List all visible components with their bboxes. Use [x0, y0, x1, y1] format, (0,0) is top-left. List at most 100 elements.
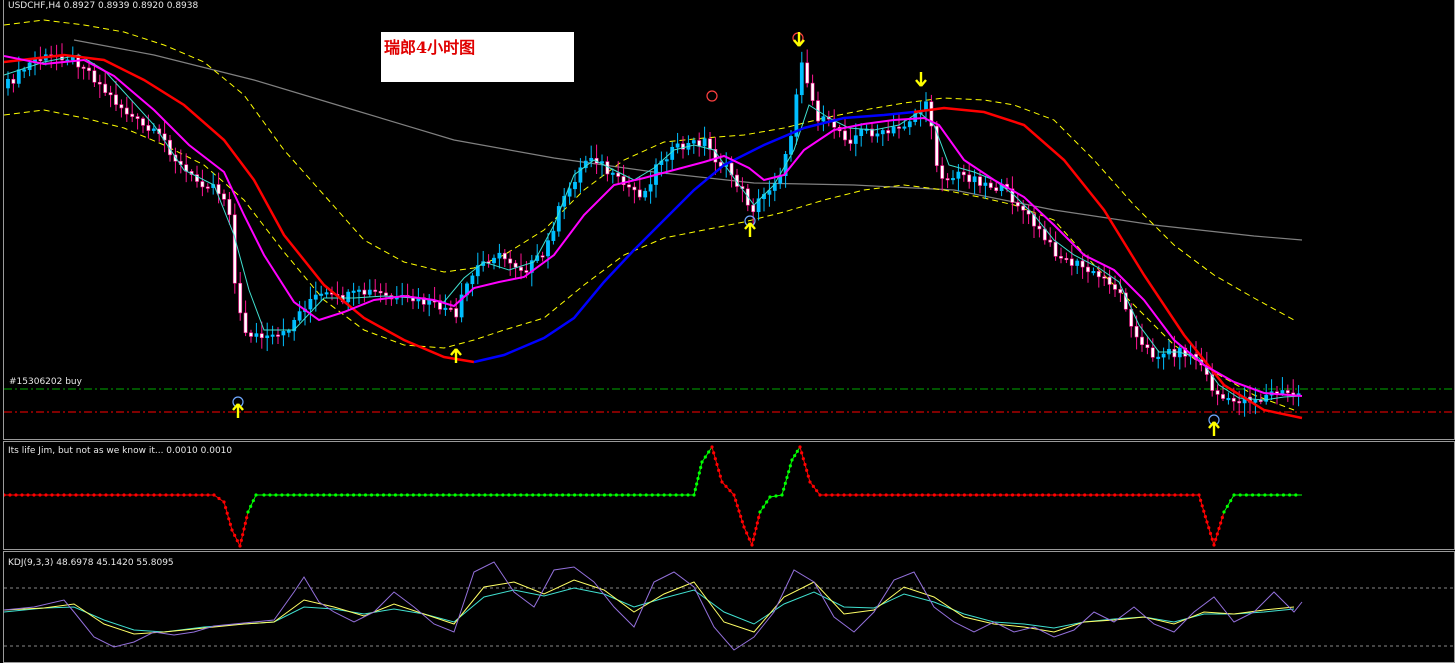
jim-dot — [866, 493, 870, 497]
jim-dot — [572, 493, 577, 497]
jim-dot — [662, 493, 666, 497]
jim-dot — [1065, 493, 1069, 497]
jim-dot — [754, 526, 758, 531]
jim-indicator-pane[interactable]: Its life Jim, but not as we know it... 0… — [3, 441, 1455, 550]
jim-dot — [757, 515, 761, 520]
jim-dot — [692, 493, 696, 497]
candle-body — [1226, 397, 1231, 401]
jim-dot — [459, 493, 463, 497]
jim-dot — [242, 527, 246, 531]
jim-dot — [703, 455, 707, 459]
jim-dot — [1059, 493, 1063, 497]
candle-body — [1285, 390, 1290, 394]
candle-body — [1064, 257, 1069, 261]
jim-dot — [1089, 493, 1093, 497]
candle-body — [691, 140, 696, 144]
jim-dot — [1016, 493, 1021, 497]
candle-body — [249, 332, 253, 337]
jim-dot — [328, 493, 332, 497]
jim-dot — [501, 493, 505, 497]
candle-body — [141, 118, 145, 126]
jim-dot — [608, 493, 612, 497]
candle-body — [1140, 336, 1144, 346]
candle-body — [1107, 276, 1112, 285]
jim-dot — [718, 474, 722, 478]
candle-body — [265, 335, 270, 339]
text-label-box[interactable]: 瑞郎4小时图 — [381, 32, 574, 82]
candle-body — [135, 116, 140, 119]
jim-dot — [340, 493, 344, 497]
candle-body — [1150, 347, 1155, 358]
candle-body — [1118, 289, 1123, 294]
candle-body — [270, 334, 275, 337]
jim-dot — [1263, 493, 1267, 497]
jim-dot — [944, 493, 948, 497]
jim-dot — [1107, 493, 1111, 497]
jim-dot — [830, 493, 834, 497]
candle-body — [643, 190, 648, 198]
main-chart-pane[interactable]: USDCHF,H4 0.8927 0.8939 0.8920 0.8938 #1… — [3, 0, 1455, 440]
jim-segment — [721, 481, 735, 496]
candle-body — [492, 257, 496, 264]
jim-dot — [656, 493, 660, 497]
jim-dot — [932, 493, 936, 497]
jim-dot — [227, 517, 231, 521]
jim-dot — [674, 493, 678, 497]
jim-dot — [747, 537, 751, 541]
jim-dot — [477, 493, 481, 497]
jim-dot — [346, 493, 350, 497]
candle-body — [1231, 397, 1236, 402]
envelope-lower-line — [4, 109, 1295, 411]
jim-dot — [423, 493, 427, 497]
jim-segment — [701, 446, 713, 463]
candle-body — [243, 312, 248, 334]
jim-dot — [803, 462, 807, 467]
candle-body — [130, 113, 135, 117]
candle-body — [610, 172, 615, 175]
jim-dot — [1238, 493, 1242, 497]
jim-dot — [650, 493, 654, 497]
candle-body — [708, 138, 712, 150]
candle-body — [108, 92, 113, 96]
jim-dot — [1250, 493, 1255, 497]
jim-dot — [206, 493, 210, 497]
jim-dot — [32, 493, 36, 497]
jim-dot — [1200, 504, 1204, 508]
jim-dot — [805, 468, 809, 472]
jim-indicator-title: Its life Jim, but not as we know it... 0… — [8, 446, 233, 456]
candle-body — [1015, 202, 1020, 207]
candle-body — [351, 290, 356, 293]
candle-body — [1258, 399, 1263, 402]
jim-dot — [596, 493, 601, 497]
jim-dot — [140, 493, 144, 497]
jim-dot — [411, 493, 415, 497]
candle-body — [627, 184, 631, 188]
jim-dot — [92, 493, 96, 497]
signal-hand-icon — [706, 90, 718, 102]
candle-body — [346, 291, 351, 303]
jim-dot — [790, 458, 794, 462]
jim-dot — [806, 474, 810, 478]
jim-dot — [1125, 493, 1129, 497]
jim-dot — [968, 493, 972, 497]
jim-dot — [1028, 493, 1033, 497]
jim-dot — [998, 493, 1003, 497]
jim-dot — [483, 493, 487, 497]
candle-body — [146, 125, 151, 131]
jim-dot — [304, 493, 308, 497]
candle-body — [546, 240, 550, 257]
jim-dot — [926, 493, 930, 497]
jim-dot — [1034, 493, 1039, 497]
candle-body — [470, 275, 475, 285]
jim-segment — [791, 446, 801, 461]
jim-dot — [732, 493, 736, 497]
candle-body — [664, 159, 669, 162]
jim-dot — [1119, 493, 1123, 497]
kdj-indicator-pane[interactable]: KDJ(9,3,3) 48.6978 45.1420 55.8095 — [3, 551, 1455, 663]
jim-dot — [429, 493, 433, 497]
candle-body — [378, 291, 383, 294]
jim-dot — [735, 504, 739, 508]
candle-body — [205, 186, 210, 189]
jim-dot — [902, 493, 906, 497]
jim-dot — [1179, 493, 1183, 497]
